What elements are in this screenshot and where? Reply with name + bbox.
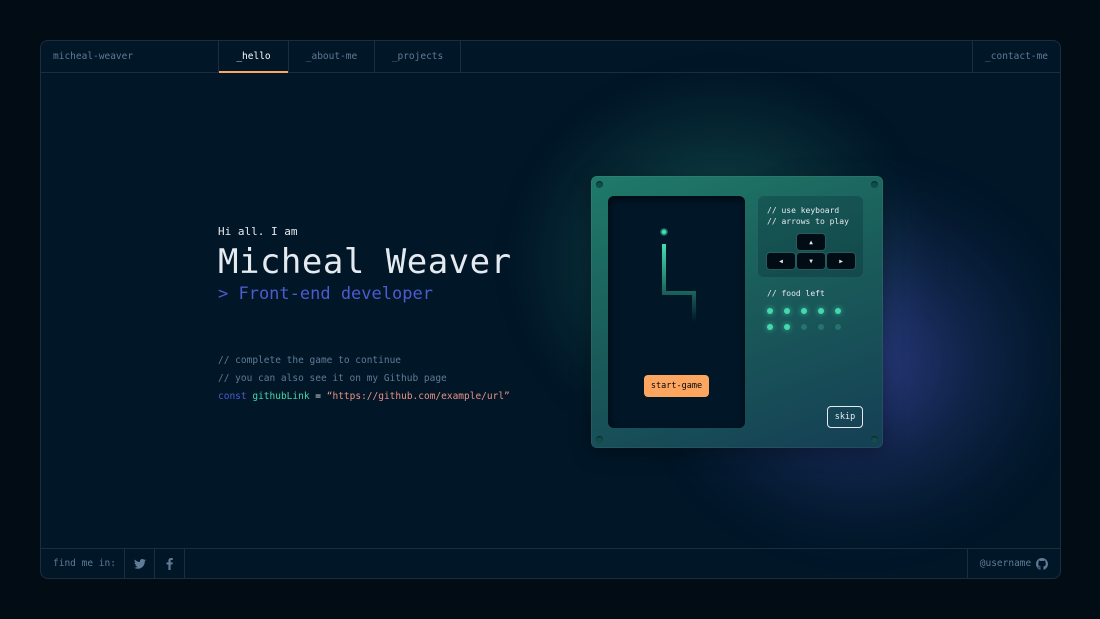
- code-equals: =: [315, 391, 322, 402]
- screw-icon: [596, 181, 603, 188]
- controls-instructions: // use keyboard // arrows to play: [767, 206, 849, 226]
- hero-section: Hi all. I am Micheal Weaver > Front-end …: [218, 225, 512, 304]
- food-left-label: // food left: [767, 289, 825, 298]
- code-comments: // complete the game to continue // you …: [218, 352, 510, 406]
- food-dot: [835, 324, 841, 330]
- start-game-button[interactable]: start-game: [644, 375, 709, 397]
- comment-line: // you can also see it on my Github page: [218, 373, 447, 384]
- arrow-up-key[interactable]: ▲: [797, 234, 825, 250]
- find-me-label: find me in:: [41, 549, 125, 578]
- arrow-down-key[interactable]: ▼: [797, 253, 825, 269]
- food-dot: [818, 308, 824, 314]
- facebook-icon[interactable]: [155, 549, 185, 578]
- food-dot: [784, 308, 790, 314]
- food-dot: [835, 308, 841, 314]
- screw-icon: [871, 436, 878, 443]
- code-variable: githubLink: [252, 391, 310, 402]
- game-screen[interactable]: start-game: [608, 196, 745, 428]
- top-nav: micheal-weaver _hello _about-me _project…: [41, 41, 1060, 73]
- food-dot: [818, 324, 824, 330]
- github-username: @username: [979, 558, 1032, 569]
- screw-icon: [871, 181, 878, 188]
- greeting-text: Hi all. I am: [218, 225, 298, 238]
- food-dot: [767, 308, 773, 314]
- food-dot: [801, 324, 807, 330]
- twitter-icon[interactable]: [125, 549, 155, 578]
- food-dot: [784, 324, 790, 330]
- footer-spacer: [185, 549, 967, 578]
- tab-hello[interactable]: _hello: [219, 41, 289, 73]
- arrow-right-key[interactable]: ▶: [827, 253, 855, 269]
- tab-about-me[interactable]: _about-me: [289, 41, 375, 72]
- github-profile-link[interactable]: @username: [967, 549, 1060, 578]
- tab-projects[interactable]: _projects: [375, 41, 461, 72]
- comment-line: // complete the game to continue: [218, 355, 402, 366]
- brand-name: micheal-weaver: [41, 41, 219, 72]
- footer-bar: find me in: @username: [41, 548, 1060, 578]
- arrow-left-key[interactable]: ◀: [767, 253, 795, 269]
- tab-contact-me[interactable]: _contact-me: [972, 41, 1060, 72]
- portfolio-window: micheal-weaver _hello _about-me _project…: [40, 40, 1061, 579]
- github-icon: [1036, 557, 1049, 570]
- snake-game-board: start-game // use keyboard // arrows to …: [591, 176, 883, 448]
- code-keyword: const: [218, 391, 247, 402]
- food-dot: [767, 324, 773, 330]
- screw-icon: [596, 436, 603, 443]
- skip-button[interactable]: skip: [827, 406, 863, 428]
- controls-panel: // use keyboard // arrows to play ▲ ◀ ▼ …: [758, 196, 863, 277]
- hero-name: Micheal Weaver: [218, 242, 512, 282]
- hero-role: > Front-end developer: [218, 284, 433, 304]
- github-link-line: const githubLink = “https://github.com/e…: [218, 388, 510, 406]
- github-link[interactable]: “https://github.com/example/url”: [327, 391, 510, 402]
- food-dot: [801, 308, 807, 314]
